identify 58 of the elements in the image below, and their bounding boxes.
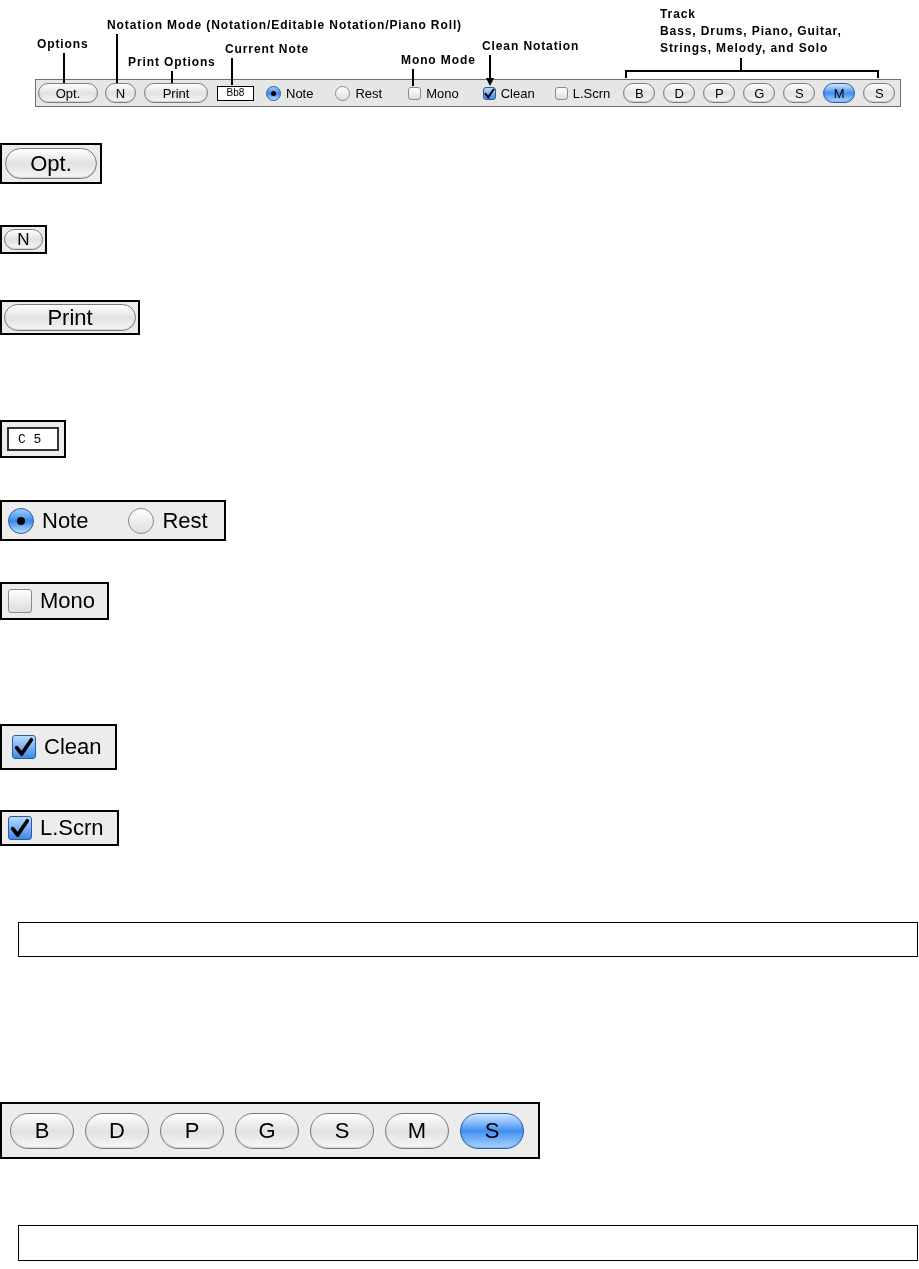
leader-line <box>171 71 173 83</box>
radio-label[interactable]: Note <box>286 86 314 100</box>
checkbox-label[interactable]: L.Scrn <box>40 817 104 839</box>
callout-label: Notation Mode (Notation/Editable Notation/Piano Roll) <box>107 18 462 32</box>
track-button[interactable]: S <box>783 83 816 103</box>
track-button[interactable]: D <box>85 1112 149 1149</box>
print-button[interactable]: Print <box>4 304 136 331</box>
radio-button[interactable] <box>8 507 34 534</box>
radio-label[interactable]: Note <box>42 509 89 532</box>
callout-label: Current Note <box>225 42 310 56</box>
checkbox[interactable] <box>12 735 36 759</box>
checkbox[interactable] <box>554 86 568 100</box>
notation-mode-button[interactable]: N <box>4 229 43 250</box>
leader-line <box>231 58 233 85</box>
leader-arrow <box>486 55 494 86</box>
track-button[interactable]: G <box>235 1112 299 1149</box>
callout-label: Options <box>37 37 89 51</box>
checkbox[interactable] <box>8 816 32 840</box>
checkmark-icon <box>483 87 495 99</box>
radio-label[interactable]: Rest <box>355 86 383 100</box>
callout-label: Track Bass, Drums, Piano, Guitar, Strings, Melody, and Solo <box>660 6 842 57</box>
options-button[interactable]: Opt. <box>5 148 97 179</box>
checkmark-icon <box>14 737 34 757</box>
track-button[interactable]: G <box>743 83 776 103</box>
callout-label: Mono Mode <box>401 53 476 67</box>
current-note-field[interactable]: Bb8 <box>217 85 254 101</box>
track-button[interactable]: S <box>863 83 896 103</box>
track-button[interactable]: B <box>623 83 656 103</box>
track-button[interactable]: D <box>663 83 696 103</box>
radio-label[interactable]: Rest <box>162 509 208 532</box>
radio-button[interactable] <box>335 85 351 101</box>
print-button[interactable]: Print <box>144 83 208 103</box>
leader-line <box>116 34 118 83</box>
checkbox[interactable] <box>408 86 422 100</box>
radio-button[interactable] <box>128 507 155 534</box>
checkbox[interactable] <box>8 589 32 613</box>
current-note-field[interactable]: C 5 <box>7 427 59 451</box>
track-button[interactable]: M <box>385 1112 449 1149</box>
leader-line <box>63 53 65 83</box>
track-button[interactable]: P <box>703 83 736 103</box>
track-button[interactable]: P <box>160 1112 224 1149</box>
track-button[interactable]: B <box>10 1112 74 1149</box>
notation-mode-button[interactable]: N <box>105 83 136 103</box>
leader-line <box>412 69 414 86</box>
checkbox-label[interactable]: Clean <box>500 86 535 100</box>
callout-label: Clean Notation <box>482 39 580 53</box>
radio-button[interactable] <box>266 85 281 101</box>
options-button[interactable]: Opt. <box>38 83 98 103</box>
track-button[interactable]: M <box>823 83 856 103</box>
checkbox-label[interactable]: Mono <box>40 590 96 612</box>
checkbox-label[interactable]: Mono <box>426 86 459 100</box>
track-button[interactable]: S <box>460 1112 524 1149</box>
checkbox[interactable] <box>482 86 496 100</box>
checkbox-label[interactable]: Clean <box>44 736 102 758</box>
checkmark-icon <box>10 818 30 838</box>
track-button[interactable]: S <box>310 1112 374 1149</box>
callout-label: Print Options <box>128 55 216 69</box>
checkbox-label[interactable]: L.Scrn <box>572 86 611 100</box>
